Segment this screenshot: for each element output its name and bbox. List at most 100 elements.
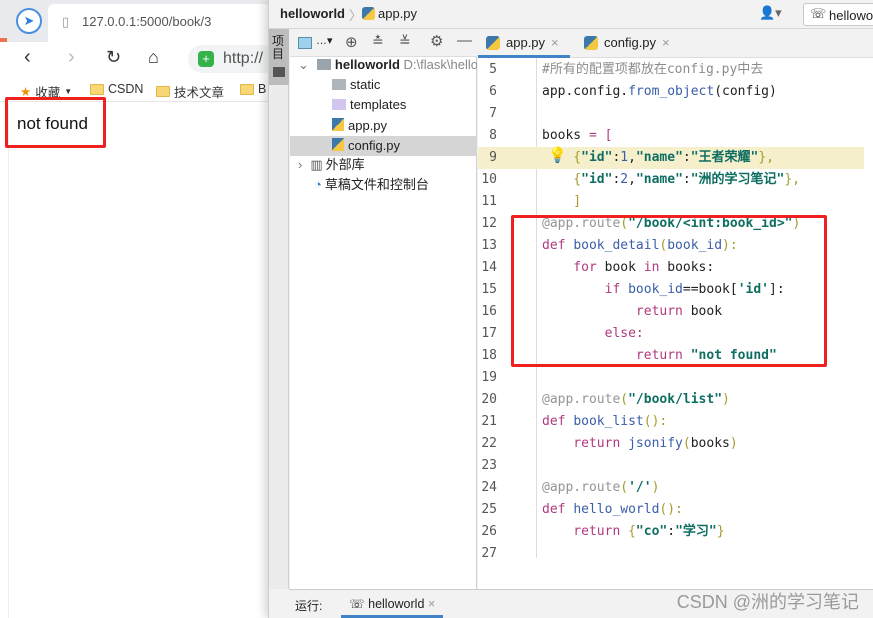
code-token: : [682, 172, 691, 187]
code-token: '/' [628, 480, 652, 495]
project-toolbar: …▾ ⊕ ≛ ≚ ⚙ — [290, 29, 477, 57]
code-token: book_list [573, 414, 644, 429]
line-number: 23 [481, 458, 497, 473]
bookmark-b[interactable]: B [240, 82, 266, 96]
code-token: ( [682, 436, 691, 451]
code-text: app.config.from_object(config) [542, 81, 777, 103]
run-config-select[interactable]: ☏ helloworld [803, 3, 873, 26]
code-token: = [ [588, 128, 613, 143]
caret-down-icon: ▼ [64, 87, 73, 96]
address-bar[interactable]: + http:// [188, 45, 278, 73]
code-text: ] [542, 191, 581, 213]
tree-item-templates[interactable]: templates [290, 95, 477, 115]
tree-item-static[interactable]: static [290, 75, 477, 95]
phone-icon: ☏ [810, 6, 827, 21]
code-token: books [542, 128, 589, 143]
line-number: 16 [481, 304, 497, 319]
code-token: , [628, 172, 636, 187]
breadcrumb-project[interactable]: helloworld [280, 6, 345, 21]
code-token: 1 [620, 150, 629, 165]
line-number: 18 [481, 348, 497, 363]
locate-icon[interactable]: ⊕ [345, 33, 358, 51]
view-dropdown[interactable]: …▾ [316, 34, 333, 47]
code-token: : [667, 524, 676, 539]
tree-item-root[interactable]: ⌄ helloworld D:\flask\hello [290, 55, 477, 75]
line-number: 21 [481, 414, 497, 429]
back-button[interactable]: ‹ [24, 46, 31, 69]
tree-item-scratches[interactable]: ◔ 草稿文件和控制台 [290, 175, 477, 195]
secure-shield-icon: + [198, 51, 214, 67]
code-token: app.config. [542, 84, 629, 99]
code-token: "name" [635, 172, 683, 187]
templates-folder-icon [332, 99, 346, 110]
code-line: 7 [478, 103, 864, 125]
code-line: 22 return jsonify(books) [478, 433, 864, 455]
user-icon[interactable]: 👤▾ [759, 5, 782, 21]
tree-item-app-py[interactable]: app.py [290, 116, 477, 136]
line-number: 12 [481, 216, 497, 231]
code-text: def hello_world(): [542, 499, 683, 521]
code-text: @app.route('/') [542, 477, 659, 499]
close-icon[interactable]: × [551, 35, 559, 50]
code-token: "/book/list" [628, 392, 723, 407]
code-token: hello_world [573, 502, 660, 517]
line-number: 5 [489, 62, 497, 77]
collapse-all-icon[interactable]: ≚ [399, 33, 411, 50]
folder-icon [90, 83, 104, 95]
code-token: (): [659, 502, 683, 517]
tool-window-strip [269, 29, 289, 589]
navigation-bar: helloworld 〉 app.py 👤▾ ☏ helloworld [269, 0, 873, 29]
lightbulb-icon[interactable]: 💡 [548, 146, 567, 164]
python-file-icon [486, 36, 500, 50]
page-content: not found [5, 97, 106, 148]
tab-app-py[interactable]: app.py × [478, 29, 570, 58]
expand-all-icon[interactable]: ≛ [372, 33, 384, 50]
code-token: ) [651, 480, 660, 495]
breadcrumb-file[interactable]: app.py [378, 6, 417, 21]
library-icon: ▥ [310, 157, 323, 172]
tab-config-py[interactable]: config.py × [576, 29, 676, 58]
forward-button[interactable]: › [68, 46, 75, 69]
code-token: ) [722, 392, 730, 407]
gear-icon[interactable]: ⚙ [430, 32, 443, 50]
line-number: 24 [481, 480, 497, 495]
watermark: CSDN @洲的学习笔记 [676, 592, 859, 612]
minimize-icon[interactable]: — [457, 32, 472, 49]
bookmark-tech[interactable]: 技术文章 [156, 82, 224, 101]
code-text: {"id":1,"name":"王者荣耀"}, [542, 147, 774, 169]
divider [8, 103, 9, 618]
bookmark-csdn[interactable]: CSDN [90, 82, 143, 96]
code-text: def book_list(): [542, 411, 667, 433]
browser-tab[interactable]: ▯ 127.0.0.1:5000/book/3 [48, 4, 270, 42]
reload-button[interactable]: ↻ [106, 47, 121, 68]
code-token: #所有的配置项都放在config.py中去 [542, 62, 764, 77]
close-icon[interactable]: × [662, 35, 670, 50]
tree-item-external-libs[interactable]: › ▥ 外部库 [290, 155, 477, 175]
code-token: (config) [714, 84, 777, 99]
code-token: { [628, 524, 636, 539]
code-token: return [542, 436, 629, 451]
code-token: from_object [628, 84, 715, 99]
code-token: def [542, 502, 574, 517]
tree-item-config-py[interactable]: config.py [290, 136, 477, 156]
code-line: 5 #所有的配置项都放在config.py中去 [478, 59, 864, 81]
run-tab[interactable]: ☏ helloworld × [341, 590, 444, 618]
breadcrumb-separator: 〉 [349, 8, 363, 23]
view-icon[interactable] [298, 37, 312, 49]
project-tool-tab[interactable]: 项目 [269, 29, 289, 85]
folder-icon [332, 79, 346, 90]
home-button[interactable]: ⌂ [148, 47, 159, 68]
phone-icon: ☏ [349, 597, 365, 611]
code-text: {"id":2,"name":"洲的学习笔记"}, [542, 169, 800, 191]
code-line: 26 return {"co":"学习"} [478, 521, 864, 543]
code-token: @app.route [542, 480, 621, 495]
code-token: 2 [620, 172, 629, 187]
code-line: 24 @app.route('/') [478, 477, 864, 499]
code-token: ( [620, 392, 629, 407]
code-line: 27 [478, 543, 864, 565]
close-icon[interactable]: × [428, 597, 435, 611]
python-file-icon [584, 36, 598, 50]
code-line: 23 [478, 455, 864, 477]
code-text: @app.route("/book/list") [542, 389, 730, 411]
line-number: 9 [489, 150, 497, 165]
